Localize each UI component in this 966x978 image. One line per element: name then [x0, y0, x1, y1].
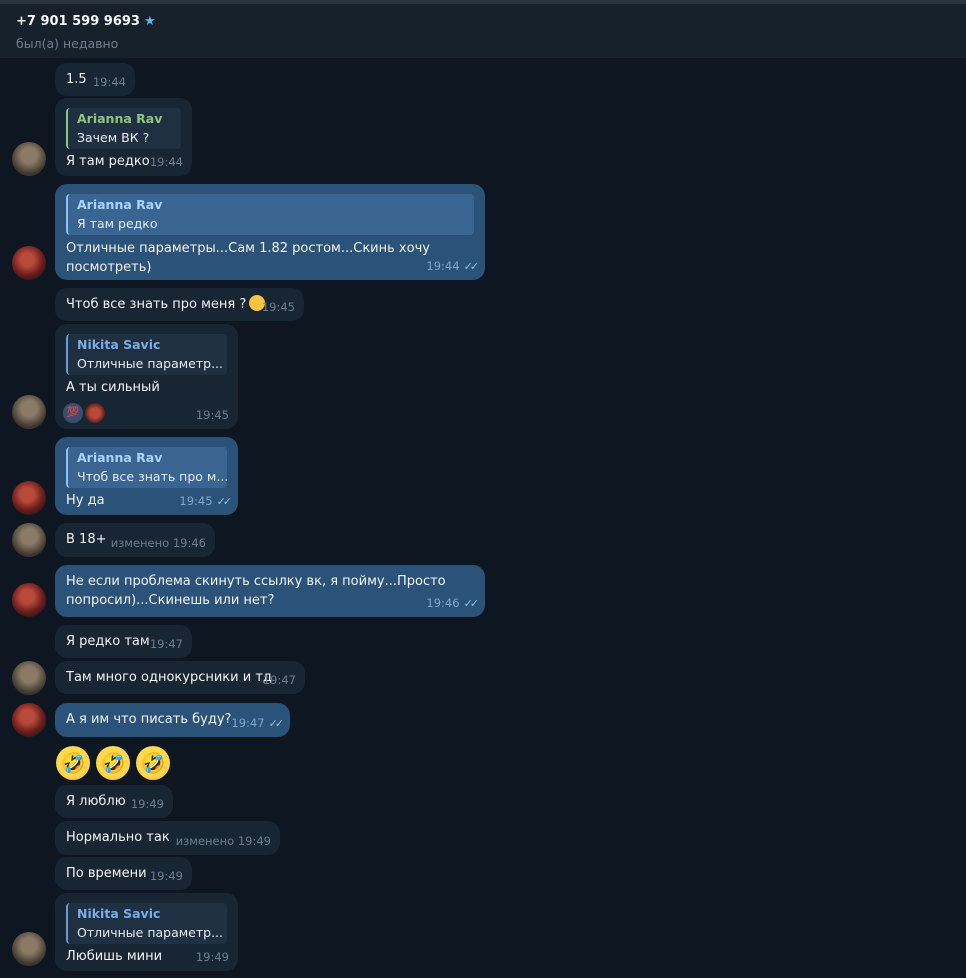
avatar[interactable] [12, 583, 46, 617]
message-outgoing[interactable]: Не если проблема скинуть ссылку вк, я по… [55, 565, 485, 617]
reactor-avatar [85, 403, 105, 423]
message-outgoing[interactable]: Arianna Rav Я там редко Отличные парамет… [55, 184, 485, 280]
avatar[interactable] [12, 246, 46, 280]
avatar[interactable] [12, 932, 46, 966]
message-time: изменено 19:49 [175, 834, 271, 848]
avatar[interactable] [12, 481, 46, 515]
reply-author: Nikita Savic [77, 906, 161, 921]
reply-quote[interactable]: Arianna Rav Чтоб все знать про м... [66, 447, 227, 488]
message-meta: 19:47 ✓✓ [231, 714, 285, 733]
message-incoming[interactable]: В 18+ изменено 19:46 [55, 523, 215, 557]
reply-text: Отличные параметр... [77, 356, 224, 371]
double-check-icon: ✓✓ [216, 495, 233, 508]
avatar[interactable] [12, 661, 46, 695]
message-incoming[interactable]: Я редко там 19:47 [55, 625, 192, 658]
chat-header[interactable]: +7 901 599 9693 ★ был(а) недавно [0, 0, 966, 58]
double-check-icon: ✓✓ [463, 597, 480, 610]
rofl-emoji-icon[interactable]: 🤣 [96, 746, 130, 780]
message-time: изменено 19:46 [110, 536, 206, 550]
reply-text: Я там редко [77, 216, 158, 231]
message-incoming[interactable]: По времени 19:49 [55, 857, 192, 890]
message-time: 19:49 [149, 869, 183, 883]
message-incoming[interactable]: Чтоб все знать про меня ? 19:45 [55, 288, 304, 321]
reply-author: Nikita Savic [77, 337, 161, 352]
message-time: 19:44 [426, 259, 460, 273]
contact-status: был(а) недавно [16, 36, 119, 51]
avatar[interactable] [12, 142, 46, 176]
double-check-icon: ✓✓ [463, 260, 480, 273]
message-text: Там много однокурсники и тд [66, 670, 272, 685]
message-incoming[interactable]: Там много однокурсники и тд 19:47 [55, 661, 305, 694]
message-text-line: Отличные параметры...Сам 1.82 ростом...С… [66, 241, 430, 256]
avatar[interactable] [12, 395, 46, 429]
reactions[interactable]: 💯 [63, 403, 105, 423]
reply-quote[interactable]: Nikita Savic Отличные параметр... [66, 903, 227, 944]
reply-text: Чтоб все знать про м... [77, 469, 227, 484]
reply-author: Arianna Rav [77, 197, 163, 212]
message-time: 19:47 [149, 637, 183, 651]
reply-quote[interactable]: Arianna Rav Я там редко [66, 194, 474, 235]
reply-text: Отличные параметр... [77, 925, 224, 940]
message-text-line: Не если проблема скинуть ссылку вк, я по… [66, 574, 446, 589]
message-incoming[interactable]: Nikita Savic Отличные параметр... Любишь… [55, 893, 238, 971]
hundred-reaction-icon[interactable]: 💯 [63, 403, 83, 423]
message-text-line: попросил)...Скинешь или нет? [66, 593, 275, 608]
message-text: Чтоб все знать про меня ? [66, 295, 293, 314]
message-text: А ты сильный [66, 380, 160, 395]
message-incoming[interactable]: 1.5 19:44 [55, 63, 135, 96]
double-check-icon: ✓✓ [268, 717, 285, 730]
message-time: 19:49 [130, 797, 164, 811]
message-time: 19:44 [149, 155, 183, 169]
reply-author: Arianna Rav [77, 111, 163, 126]
contact-name[interactable]: +7 901 599 9693 ★ [16, 14, 156, 29]
reply-quote[interactable]: Arianna Rav Зачем ВК ? [66, 108, 181, 149]
avatar[interactable] [12, 523, 46, 557]
message-time: 19:45 [261, 300, 295, 314]
message-meta: 19:44 ✓✓ [426, 257, 480, 276]
reply-text: Зачем ВК ? [77, 130, 150, 145]
rofl-emoji-icon[interactable]: 🤣 [136, 746, 170, 780]
message-incoming[interactable]: Nikita Savic Отличные параметр... А ты с… [55, 324, 238, 429]
rofl-emoji-icon[interactable]: 🤣 [56, 746, 90, 780]
message-time: 19:45 [179, 494, 213, 508]
message-text-line: посмотреть) [66, 260, 152, 275]
message-outgoing[interactable]: Arianna Rav Чтоб все знать про м... Ну д… [55, 437, 238, 515]
reply-quote[interactable]: Nikita Savic Отличные параметр... [66, 334, 227, 375]
message-time: 19:46 [426, 596, 460, 610]
message-incoming[interactable]: Я люблю 19:49 [55, 785, 173, 818]
message-incoming[interactable]: Arianna Rav Зачем ВК ? Я там редко 19:44 [55, 98, 192, 176]
message-outgoing[interactable]: А я им что писать буду? 19:47 ✓✓ [55, 703, 290, 737]
message-meta: 19:45 ✓✓ [179, 492, 233, 511]
message-incoming[interactable]: Нормально так изменено 19:49 [55, 821, 280, 855]
message-meta: 19:46 ✓✓ [426, 594, 480, 613]
message-time: 19:47 [262, 673, 296, 687]
star-icon: ★ [143, 14, 156, 29]
message-time: 19:49 [195, 950, 229, 964]
message-time: 19:44 [92, 75, 126, 89]
message-time: 19:47 [231, 716, 265, 730]
reply-author: Arianna Rav [77, 450, 163, 465]
message-time: 19:45 [195, 408, 229, 422]
avatar[interactable] [12, 703, 46, 737]
